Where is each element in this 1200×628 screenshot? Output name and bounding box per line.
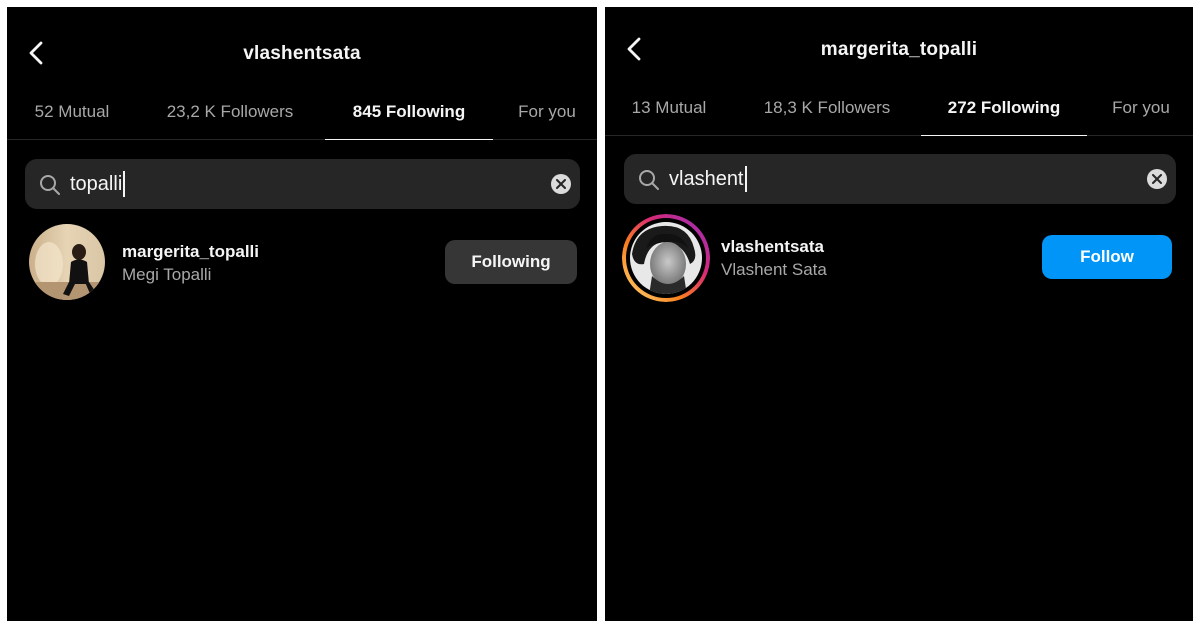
tab-followers[interactable]: 18,3 K Followers xyxy=(745,85,909,135)
right-screen: margerita_topalli 13 Mutual 18,3 K Follo… xyxy=(605,7,1193,621)
search-query: topalli xyxy=(70,173,123,195)
search-result-row[interactable]: vlashentsata Vlashent Sata Follow xyxy=(605,214,1193,304)
search-icon xyxy=(639,170,659,190)
tab-mutual[interactable]: 13 Mutual xyxy=(615,85,723,135)
profile-photo-icon xyxy=(29,224,105,300)
page-title: margerita_topalli xyxy=(820,39,978,60)
tab-following[interactable]: 272 Following xyxy=(921,85,1087,136)
result-full-name: Megi Topalli xyxy=(122,265,212,284)
text-caret xyxy=(123,171,126,197)
story-ring-icon xyxy=(622,214,710,302)
follow-button[interactable]: Follow xyxy=(1042,235,1172,279)
close-icon xyxy=(1152,174,1162,184)
tab-for-you[interactable]: For you xyxy=(507,89,587,139)
result-username: margerita_topalli xyxy=(122,242,259,261)
tab-followers[interactable]: 23,2 K Followers xyxy=(149,89,311,139)
clear-search-button[interactable] xyxy=(1147,169,1167,189)
close-icon xyxy=(556,179,566,189)
header: margerita_topalli xyxy=(605,7,1193,67)
avatar[interactable] xyxy=(622,214,710,302)
tab-for-you[interactable]: For you xyxy=(1101,85,1181,135)
clear-search-button[interactable] xyxy=(551,174,571,194)
tab-following[interactable]: 845 Following xyxy=(325,89,493,140)
tab-mutual[interactable]: 52 Mutual xyxy=(17,89,127,139)
header: vlashentsata xyxy=(7,7,597,67)
following-button[interactable]: Following xyxy=(445,240,577,284)
search-icon xyxy=(40,175,60,195)
left-screen: vlashentsata 52 Mutual 23,2 K Followers … xyxy=(7,7,597,621)
tab-bar: 52 Mutual 23,2 K Followers 845 Following… xyxy=(7,89,597,140)
search-result-row[interactable]: margerita_topalli Megi Topalli Following xyxy=(7,219,597,309)
tab-bar: 13 Mutual 18,3 K Followers 272 Following… xyxy=(605,85,1193,136)
search-input[interactable]: vlashent xyxy=(669,166,747,192)
text-caret xyxy=(744,166,747,192)
page-title: vlashentsata xyxy=(243,43,361,64)
search-input[interactable]: topalli xyxy=(70,171,126,197)
search-bar[interactable]: vlashent xyxy=(624,154,1176,204)
avatar[interactable] xyxy=(29,224,105,300)
search-query: vlashent xyxy=(669,168,744,190)
result-full-name: Vlashent Sata xyxy=(721,260,827,279)
result-username: vlashentsata xyxy=(721,237,824,256)
search-bar[interactable]: topalli xyxy=(25,159,580,209)
